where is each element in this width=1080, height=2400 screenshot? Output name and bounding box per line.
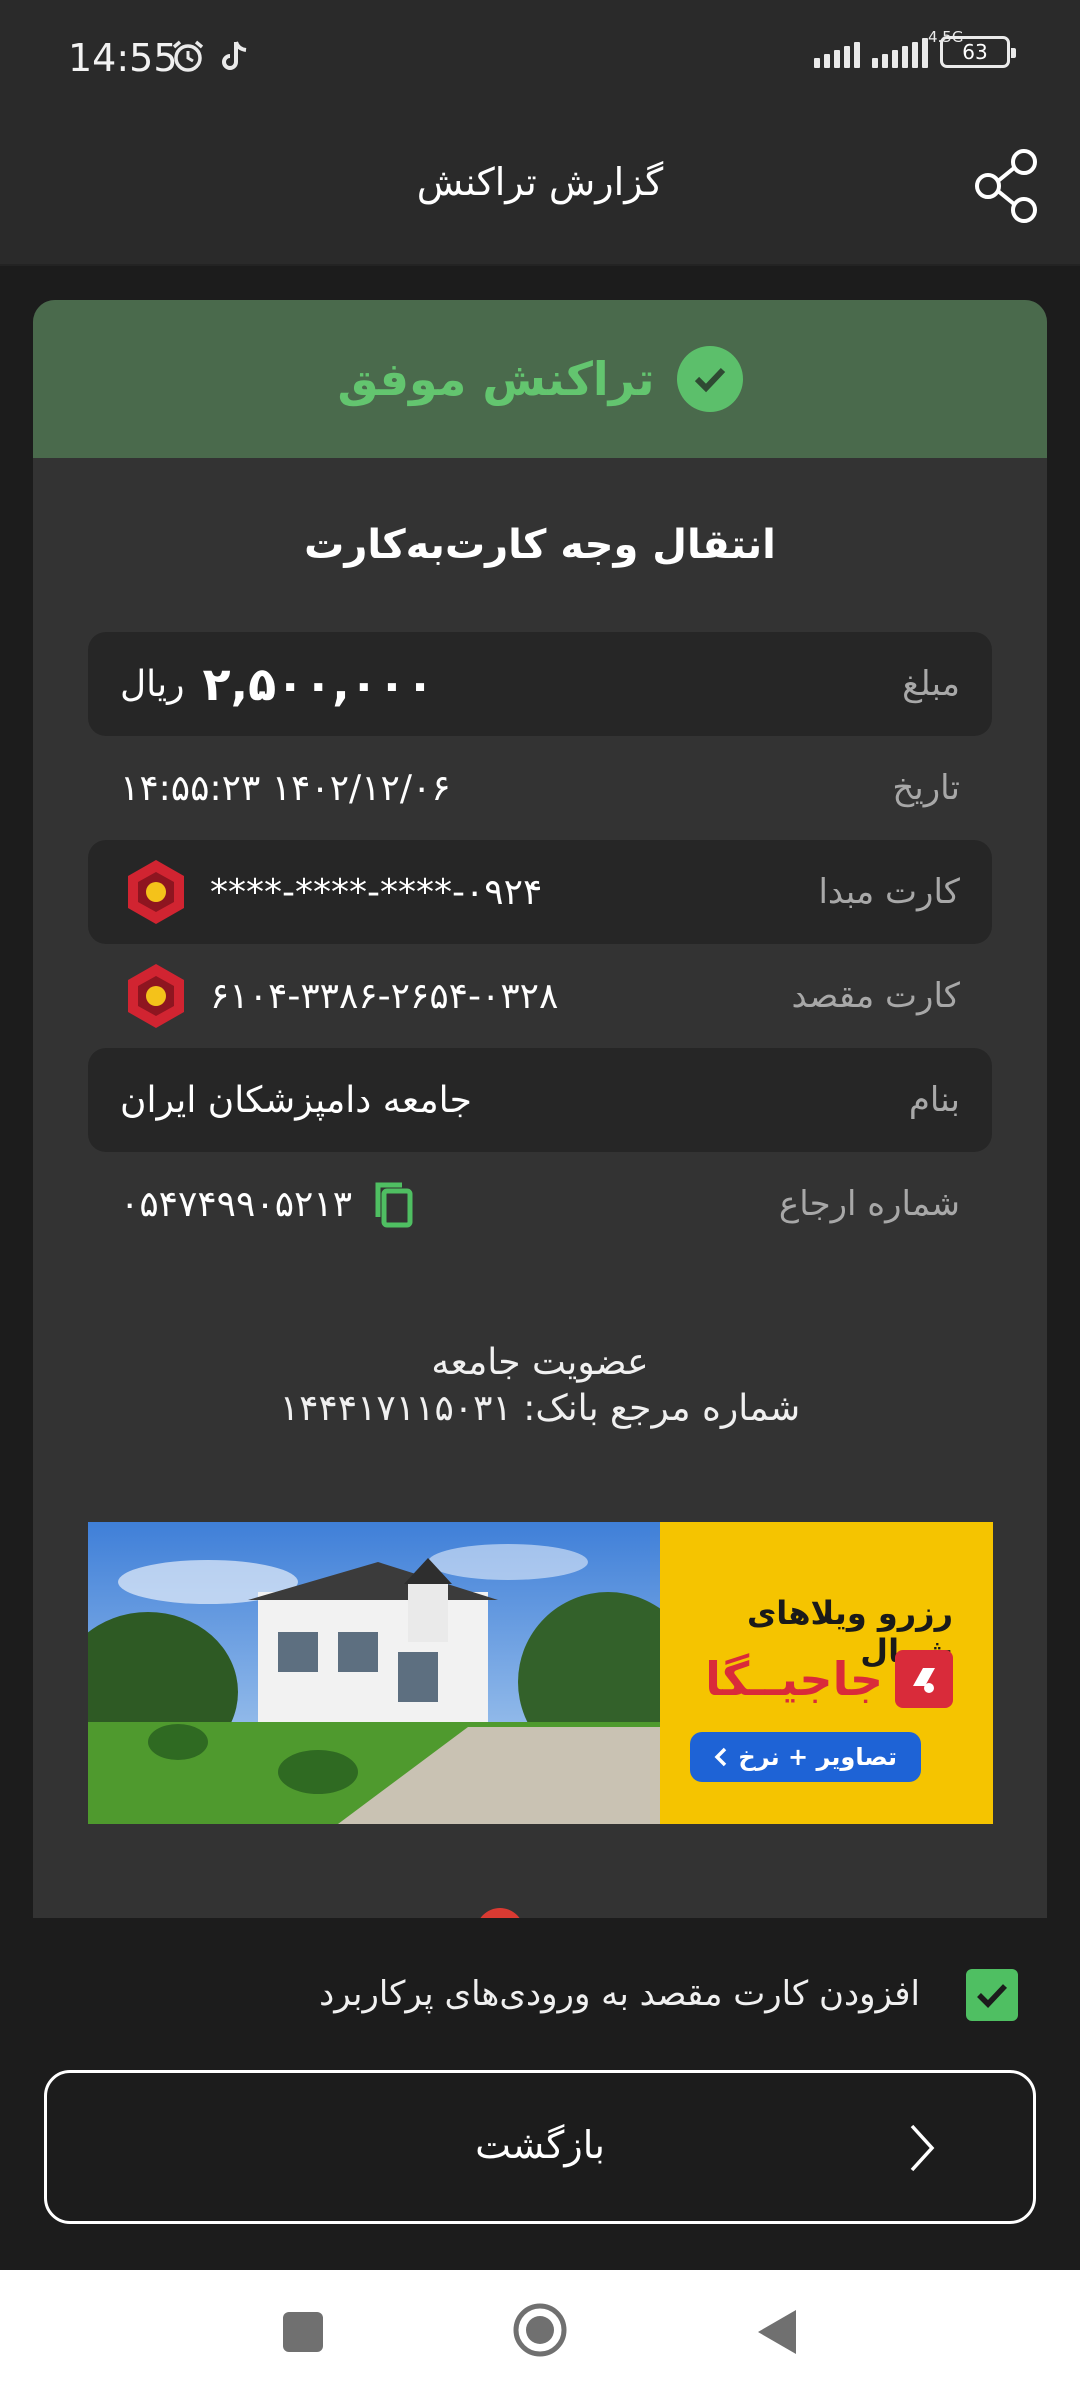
reference-row: شماره ارجاع ۰۵۴۷۴۹۹۰۵۲۱۳ [88,1152,992,1256]
share-icon[interactable] [970,144,1044,228]
dest-card-number: ۶۱۰۴-۳۳۸۶-۲۶۵۴-۰۳۲۸ [210,975,559,1017]
date-row: تاریخ ۱۴:۵۵:۲۳ ۱۴۰۲/۱۲/۰۶ [88,736,992,840]
status-right: 4.5G 63 [814,28,1016,68]
home-icon[interactable] [512,2302,568,2358]
ad-cta-label: تصاویر + نرخ [738,1743,897,1771]
source-card-value-group: ****-****-****-۰۹۲۴ [120,856,542,928]
amount-label: مبلغ [902,664,960,704]
source-card-row: کارت مبدا ****-****-****-۰۹۲۴ [88,840,992,944]
signal-icon [814,36,860,68]
name-row: بنام جامعه دامپزشکان ایران [88,1048,992,1152]
page-title: گزارش تراکنش [416,160,664,204]
copy-icon[interactable] [370,1179,416,1229]
chevron-left-icon [714,1747,727,1767]
amount-value-group: ریال ۲,۵۰۰,۰۰۰ [120,657,434,711]
back-button[interactable]: بازگشت [44,2070,1036,2224]
bank-logo-icon [128,964,184,1028]
amount-value: ۲,۵۰۰,۰۰۰ [202,657,435,711]
source-card-label: کارت مبدا [818,872,960,912]
status-text: تراکنش موفق [337,352,655,406]
tiktok-icon [222,41,247,70]
status-time: 14:55 [68,36,178,80]
back-button-label: بازگشت [475,2123,605,2167]
signal-4g-icon: 4.5G [872,28,963,68]
amount-row: مبلغ ریال ۲,۵۰۰,۰۰۰ [88,632,992,736]
checkmark-icon [977,1984,1007,2008]
source-card-number: ****-****-****-۰۹۲۴ [210,871,543,913]
name-label: بنام [908,1080,960,1120]
note-line-1: عضویت جامعه [431,1342,649,1383]
ad-brand: جاجیــگا [705,1652,883,1706]
battery-level: 63 [962,40,988,64]
reference-value-group: ۰۵۴۷۴۹۹۰۵۲۱۳ [120,1179,416,1229]
date-label: تاریخ [892,768,960,808]
dest-card-value-group: ۶۱۰۴-۳۳۸۶-۲۶۵۴-۰۳۲۸ [120,960,558,1032]
transaction-title: انتقال وجه کارت‌به‌کارت [304,522,776,568]
app-bar: گزارش تراکنش [0,118,1080,266]
note-line-2: شماره مرجع بانک: ۱۴۴۴۱۷۱۱۵۰۳۱ [279,1388,801,1429]
amount-unit: ریال [120,663,185,705]
reference-label: شماره ارجاع [778,1184,960,1224]
alarm-icon [172,40,204,72]
receipt-card: تراکنش موفق انتقال وجه کارت‌به‌کارت مبلغ… [33,300,1047,1918]
ad-panel: رزرو ویلاهای شمال جاجیــگا تصاویر + نرخ [660,1522,993,1824]
system-nav-bar [0,2270,1080,2400]
check-circle-icon [676,346,743,412]
dest-card-row: کارت مقصد ۶۱۰۴-۳۳۸۶-۲۶۵۴-۰۳۲۸ [88,944,992,1048]
ad-brand-row: جاجیــگا [705,1650,953,1708]
ad-cta-button[interactable]: تصاویر + نرخ [690,1732,921,1782]
dest-card-label: کارت مقصد [791,976,960,1016]
recents-icon[interactable] [283,2312,323,2352]
transaction-note: عضویت جامعه شماره مرجع بانک: ۱۴۴۴۱۷۱۱۵۰۳… [33,1340,1047,1432]
battery-icon: 63 [940,36,1016,68]
save-card-label: افزودن کارت مقصد به ورودی‌های پرکاربرد [319,1974,920,2014]
date-value: ۱۴:۵۵:۲۳ ۱۴۰۲/۱۲/۰۶ [120,767,451,809]
jajiga-logo-icon [895,1650,953,1708]
back-nav-icon[interactable] [756,2308,798,2356]
name-value: جامعه دامپزشکان ایران [120,1079,472,1121]
save-card-option[interactable]: افزودن کارت مقصد به ورودی‌های پرکاربرد [0,1966,1080,2026]
bank-logo-icon [128,860,184,924]
save-card-checkbox[interactable] [966,1969,1018,2021]
scroll-peek-indicator [476,1908,524,1918]
ad-banner[interactable]: رزرو ویلاهای شمال جاجیــگا تصاویر + نرخ [88,1522,993,1824]
status-icons-left [170,38,250,74]
success-header: تراکنش موفق [33,300,1047,458]
villa-photo [88,1522,660,1824]
reference-number: ۰۵۴۷۴۹۹۰۵۲۱۳ [120,1183,353,1225]
status-bar: 14:55 4.5G 63 [0,0,1080,118]
